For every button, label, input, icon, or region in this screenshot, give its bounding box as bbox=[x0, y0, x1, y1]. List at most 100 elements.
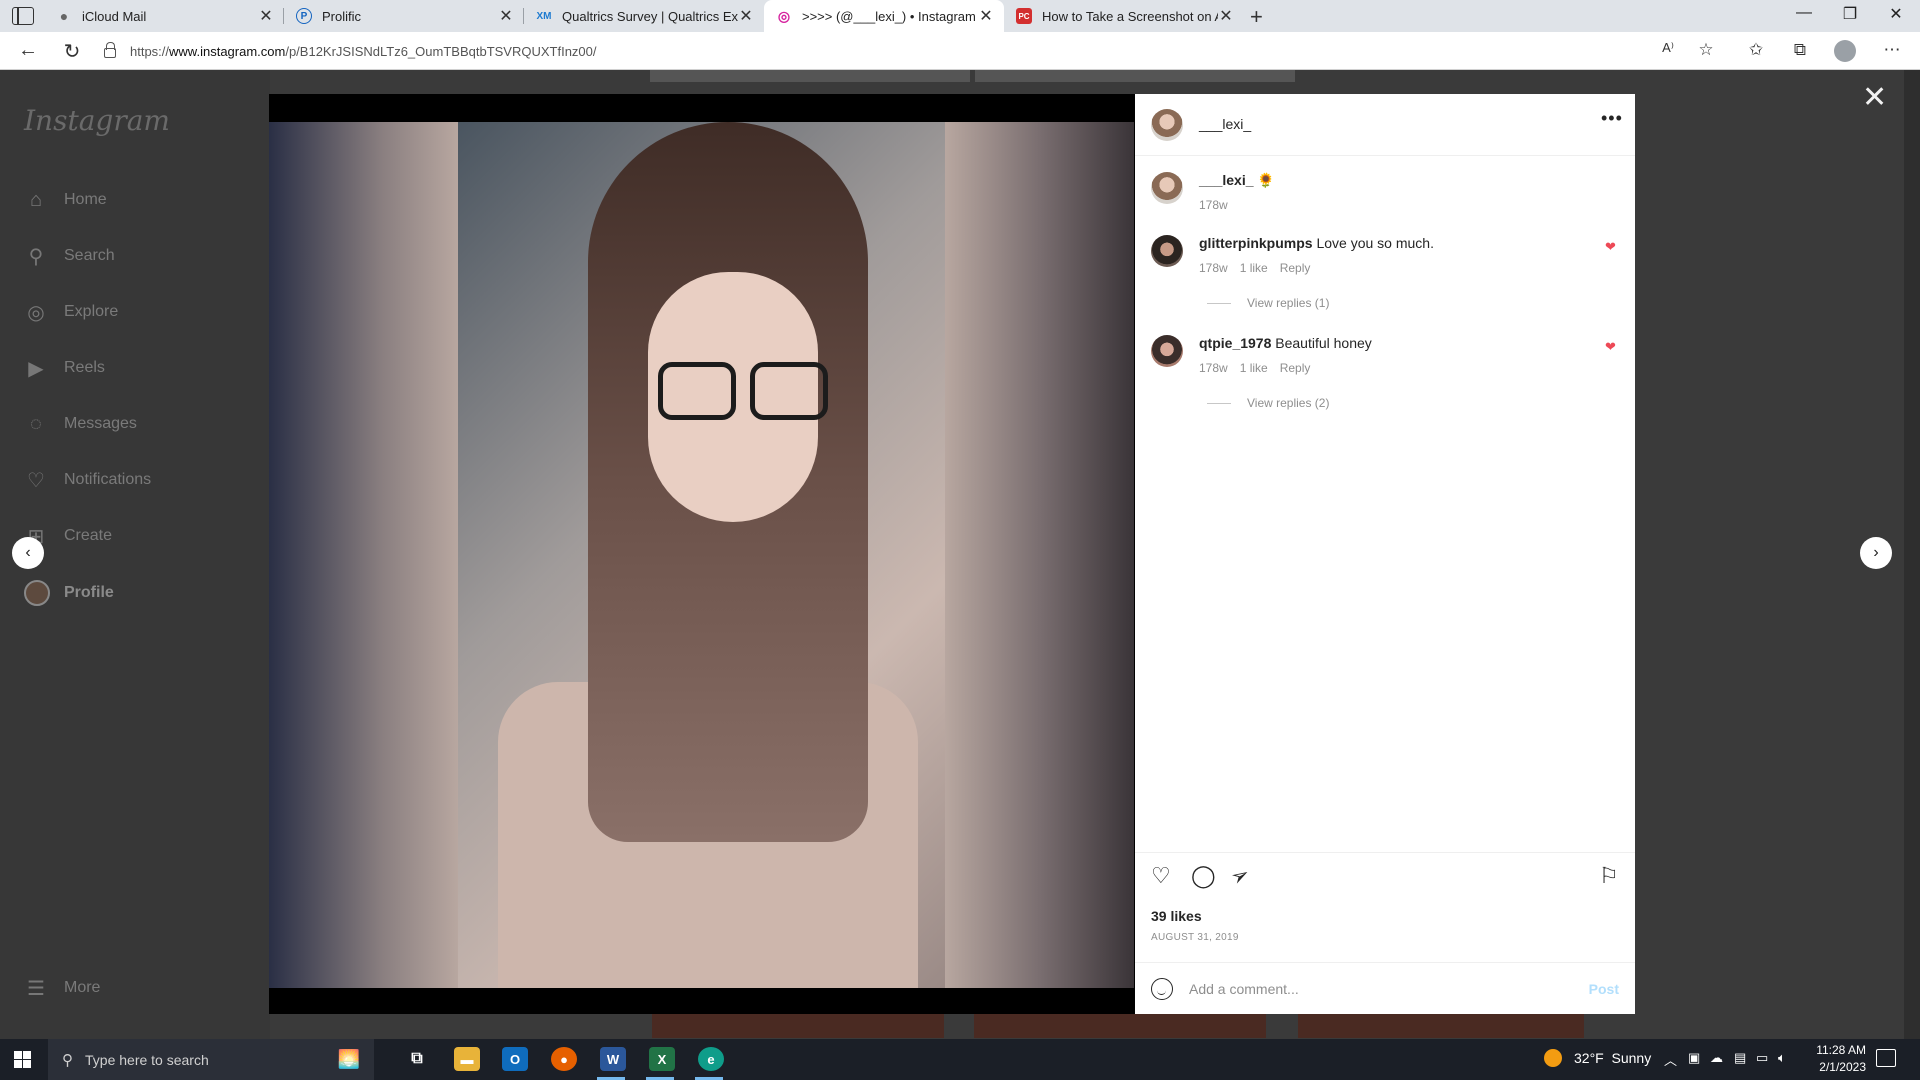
back-icon[interactable]: ← bbox=[16, 39, 40, 62]
tab-prolific[interactable]: P Prolific ✕ bbox=[284, 0, 524, 32]
volume-icon[interactable]: 🔈︎ bbox=[1778, 1050, 1786, 1066]
next-post-button[interactable]: › bbox=[1860, 537, 1892, 569]
like-count[interactable]: 39 likes bbox=[1151, 908, 1202, 924]
replies-divider bbox=[1207, 302, 1231, 304]
network-icon[interactable]: ▭ bbox=[1756, 1050, 1768, 1066]
tab-title: >>>> (@___lexi_) • Instagram p bbox=[802, 8, 978, 24]
instagram-logo[interactable]: Instagram bbox=[24, 104, 170, 137]
emoji-icon[interactable] bbox=[1151, 977, 1173, 1000]
notification-center-icon[interactable] bbox=[1876, 1049, 1896, 1067]
sidebar-item-messages[interactable]: ◌ Messages bbox=[24, 412, 137, 436]
window-close-button[interactable]: ✕ bbox=[1884, 4, 1908, 24]
previous-post-button[interactable]: ‹ bbox=[12, 537, 44, 569]
meet-now-icon[interactable]: ▤ bbox=[1734, 1050, 1746, 1066]
view-replies-button[interactable]: View replies (2) bbox=[1207, 396, 1329, 410]
browser-tab-bar: ● iCloud Mail ✕ P Prolific ✕ XM Qualtric… bbox=[0, 0, 1920, 32]
restore-button[interactable]: ❐ bbox=[1838, 4, 1862, 24]
page-scrollbar[interactable] bbox=[1904, 70, 1920, 1039]
post-media[interactable] bbox=[269, 94, 1135, 1014]
sidebar-item-more[interactable]: ☰ More bbox=[24, 976, 100, 1000]
tab-actions-icon[interactable] bbox=[12, 7, 34, 25]
background-grid-strip bbox=[975, 70, 1295, 82]
tab-qualtrics[interactable]: XM Qualtrics Survey | Qualtrics Exper ✕ bbox=[524, 0, 764, 32]
tray-chevron-icon[interactable]: ︿ bbox=[1664, 1050, 1677, 1069]
sidebar-item-label: More bbox=[64, 979, 101, 996]
word-icon[interactable]: W bbox=[600, 1047, 626, 1071]
prolific-icon: P bbox=[296, 8, 312, 24]
tab-icloud-mail[interactable]: ● iCloud Mail ✕ bbox=[44, 0, 284, 32]
tab-pcmag[interactable]: PC How to Take a Screenshot on An ✕ bbox=[1004, 0, 1244, 32]
onedrive-cloud-icon[interactable]: ☁ bbox=[1710, 1050, 1723, 1066]
post-panel: ___lexi_ ••• ___lexi_ 🌻 178w glitterpink… bbox=[1135, 94, 1635, 1014]
tab-close-icon[interactable]: ✕ bbox=[738, 6, 754, 26]
minimize-button[interactable]: — bbox=[1792, 4, 1816, 22]
comment-username[interactable]: glitterpinkpumps bbox=[1199, 235, 1313, 251]
reply-button[interactable]: Reply bbox=[1280, 261, 1311, 275]
favorites-icon[interactable]: ✩ bbox=[1744, 40, 1768, 60]
task-view-icon[interactable]: ⧉ bbox=[404, 1047, 430, 1071]
comment-likes[interactable]: 1 like bbox=[1240, 361, 1268, 375]
sidebar-item-home[interactable]: ⌂ Home bbox=[24, 188, 107, 212]
taskbar-clock[interactable]: 11:28 AM 2/1/2023 bbox=[1810, 1042, 1866, 1076]
search-highlight-icon: 🌅 bbox=[337, 1049, 360, 1069]
save-bookmark-icon[interactable]: ⚐ bbox=[1599, 863, 1619, 889]
new-tab-button[interactable]: + bbox=[1250, 4, 1263, 30]
comment-like-heart-icon[interactable]: ❤ bbox=[1605, 339, 1616, 355]
edge-icon[interactable]: e bbox=[698, 1047, 724, 1071]
modal-close-icon[interactable]: ✕ bbox=[1862, 80, 1887, 115]
tray-app-icon[interactable]: ▣ bbox=[1688, 1050, 1700, 1066]
tab-close-icon[interactable]: ✕ bbox=[978, 6, 994, 26]
comment-like-heart-icon[interactable]: ❤ bbox=[1605, 239, 1616, 255]
like-heart-icon[interactable]: ♡ bbox=[1151, 863, 1171, 889]
tab-close-icon[interactable]: ✕ bbox=[258, 6, 274, 26]
sidebar-item-reels[interactable]: ▶ Reels bbox=[24, 356, 105, 380]
heart-icon: ♡ bbox=[27, 469, 45, 492]
sidebar-item-profile[interactable]: Profile bbox=[24, 580, 114, 606]
comment-meta: 178w 1 like Reply bbox=[1199, 261, 1310, 275]
file-explorer-icon[interactable]: ▬ bbox=[454, 1047, 480, 1071]
commenter-avatar[interactable] bbox=[1151, 335, 1183, 367]
apple-icon: ● bbox=[59, 8, 69, 24]
tab-close-icon[interactable]: ✕ bbox=[498, 6, 514, 26]
favorite-star-icon[interactable]: ☆ bbox=[1694, 40, 1718, 60]
url-field[interactable]: https://www.instagram.com/p/B12KrJSISNdL… bbox=[104, 37, 1704, 65]
outlook-icon[interactable]: O bbox=[502, 1047, 528, 1071]
view-replies-button[interactable]: View replies (1) bbox=[1207, 296, 1329, 310]
tab-close-icon[interactable]: ✕ bbox=[1218, 6, 1234, 26]
reply-button[interactable]: Reply bbox=[1280, 361, 1311, 375]
comment-likes[interactable]: 1 like bbox=[1240, 261, 1268, 275]
post-comment-button[interactable]: Post bbox=[1589, 981, 1619, 997]
browser-profile-avatar[interactable] bbox=[1834, 40, 1856, 62]
author-avatar[interactable] bbox=[1151, 109, 1183, 141]
commenter-avatar[interactable] bbox=[1151, 235, 1183, 267]
share-icon[interactable]: ➢ bbox=[1226, 860, 1255, 892]
excel-icon[interactable]: X bbox=[649, 1047, 675, 1071]
more-options-icon[interactable]: ••• bbox=[1601, 108, 1623, 129]
refresh-icon[interactable]: ↻ bbox=[60, 39, 84, 64]
firefox-icon[interactable]: ● bbox=[551, 1047, 577, 1071]
read-aloud-icon[interactable]: A⁾ bbox=[1656, 40, 1680, 56]
sidebar-item-notifications[interactable]: ♡ Notifications bbox=[24, 468, 151, 492]
comment-meta: 178w 1 like Reply bbox=[1199, 361, 1310, 375]
caption-username[interactable]: ___lexi_ bbox=[1199, 172, 1254, 188]
comment-icon[interactable]: ◯ bbox=[1191, 863, 1216, 889]
browser-menu-icon[interactable]: ⋯ bbox=[1880, 40, 1904, 60]
collections-icon[interactable]: ⧉ bbox=[1788, 40, 1812, 60]
background-thumbnail bbox=[974, 1012, 1266, 1038]
taskbar-search[interactable]: ⚲ Type here to search 🌅 bbox=[48, 1039, 374, 1080]
author-username[interactable]: ___lexi_ bbox=[1199, 116, 1251, 132]
comment-input[interactable]: Add a comment... bbox=[1189, 981, 1589, 997]
caption: ___lexi_ 🌻 bbox=[1199, 172, 1275, 189]
search-icon: ⚲ bbox=[28, 245, 44, 268]
tab-title: How to Take a Screenshot on An bbox=[1042, 8, 1218, 24]
weather-widget[interactable]: 32°F Sunny bbox=[1544, 1049, 1651, 1067]
comment-username[interactable]: qtpie_1978 bbox=[1199, 335, 1271, 351]
windows-start-icon[interactable] bbox=[14, 1051, 31, 1068]
post-date: AUGUST 31, 2019 bbox=[1151, 932, 1239, 943]
sidebar-item-explore[interactable]: ◎ Explore bbox=[24, 300, 118, 324]
clock-date: 2/1/2023 bbox=[1819, 1060, 1866, 1074]
tab-instagram[interactable]: ◎ >>>> (@___lexi_) • Instagram p ✕ bbox=[764, 0, 1004, 32]
sidebar-item-search[interactable]: ⚲ Search bbox=[24, 244, 115, 268]
caption-avatar[interactable] bbox=[1151, 172, 1183, 204]
post-photo bbox=[458, 122, 945, 988]
